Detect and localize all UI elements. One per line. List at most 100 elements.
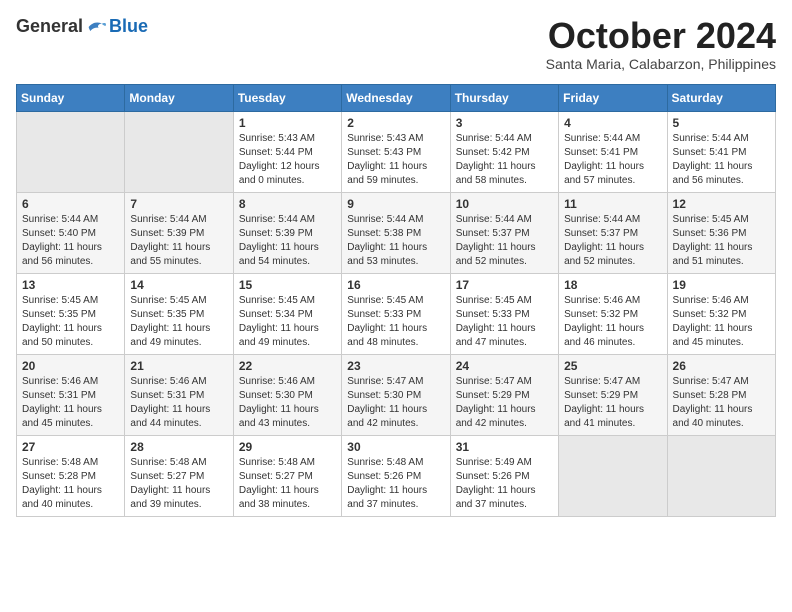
daylight-line1: Daylight: 11 hours	[673, 241, 770, 255]
daylight-line2: and 56 minutes.	[673, 174, 770, 188]
day-info: Sunrise: 5:46 AMSunset: 5:31 PMDaylight:…	[22, 375, 119, 431]
daylight-line1: Daylight: 11 hours	[130, 322, 227, 336]
sunrise-text: Sunrise: 5:46 AM	[239, 375, 336, 389]
calendar-cell: 2 Sunrise: 5:43 AMSunset: 5:43 PMDaylight…	[342, 111, 450, 192]
sunrise-text: Sunrise: 5:48 AM	[130, 456, 227, 470]
sunrise-text: Sunrise: 5:44 AM	[456, 213, 553, 227]
calendar-cell: 21Sunrise: 5:46 AMSunset: 5:31 PMDayligh…	[125, 354, 233, 435]
daylight-line1: Daylight: 11 hours	[347, 403, 444, 417]
daylight-line2: and 52 minutes.	[564, 255, 661, 269]
calendar-cell	[667, 435, 775, 516]
calendar-cell: 18Sunrise: 5:46 AMSunset: 5:32 PMDayligh…	[559, 273, 667, 354]
daylight-line2: and 56 minutes.	[22, 255, 119, 269]
sunrise-text: Sunrise: 5:44 AM	[239, 213, 336, 227]
daylight-line2: and 39 minutes.	[130, 498, 227, 512]
daylight-line1: Daylight: 11 hours	[347, 241, 444, 255]
sunrise-text: Sunrise: 5:45 AM	[347, 294, 444, 308]
calendar-cell: 4Sunrise: 5:44 AMSunset: 5:41 PMDaylight…	[559, 111, 667, 192]
location-subtitle: Santa Maria, Calabarzon, Philippines	[546, 56, 776, 72]
sunset-text: Sunset: 5:32 PM	[564, 308, 661, 322]
daylight-line1: Daylight: 11 hours	[130, 484, 227, 498]
sunrise-text: Sunrise: 5:47 AM	[347, 375, 444, 389]
day-info: Sunrise: 5:49 AMSunset: 5:26 PMDaylight:…	[456, 456, 553, 512]
sunset-text: Sunset: 5:37 PM	[564, 227, 661, 241]
calendar-cell: 10Sunrise: 5:44 AMSunset: 5:37 PMDayligh…	[450, 192, 558, 273]
sunset-text: Sunset: 5:26 PM	[347, 470, 444, 484]
day-number: 1	[239, 116, 336, 130]
daylight-line2: and 52 minutes.	[456, 255, 553, 269]
sunrise-text: Sunrise: 5:49 AM	[456, 456, 553, 470]
weekday-header-monday: Monday	[125, 84, 233, 111]
calendar-cell: 26Sunrise: 5:47 AMSunset: 5:28 PMDayligh…	[667, 354, 775, 435]
calendar-cell: 9Sunrise: 5:44 AMSunset: 5:38 PMDaylight…	[342, 192, 450, 273]
daylight-line2: and 57 minutes.	[564, 174, 661, 188]
calendar-cell: 31Sunrise: 5:49 AMSunset: 5:26 PMDayligh…	[450, 435, 558, 516]
sunset-text: Sunset: 5:28 PM	[22, 470, 119, 484]
daylight-line2: and 43 minutes.	[239, 417, 336, 431]
sunset-text: Sunset: 5:44 PM	[239, 146, 336, 160]
sunrise-text: Sunrise: 5:44 AM	[347, 213, 444, 227]
sunset-text: Sunset: 5:33 PM	[347, 308, 444, 322]
sunset-text: Sunset: 5:31 PM	[22, 389, 119, 403]
calendar-cell: 14Sunrise: 5:45 AMSunset: 5:35 PMDayligh…	[125, 273, 233, 354]
sunset-text: Sunset: 5:41 PM	[564, 146, 661, 160]
daylight-line1: Daylight: 11 hours	[130, 403, 227, 417]
calendar-week-5: 27Sunrise: 5:48 AMSunset: 5:28 PMDayligh…	[17, 435, 776, 516]
daylight-line2: and 40 minutes.	[673, 417, 770, 431]
calendar-table: SundayMondayTuesdayWednesdayThursdayFrid…	[16, 84, 776, 517]
calendar-cell: 22Sunrise: 5:46 AMSunset: 5:30 PMDayligh…	[233, 354, 341, 435]
calendar-cell	[17, 111, 125, 192]
sunrise-text: Sunrise: 5:48 AM	[239, 456, 336, 470]
sunset-text: Sunset: 5:28 PM	[673, 389, 770, 403]
daylight-line2: and 42 minutes.	[347, 417, 444, 431]
daylight-line1: Daylight: 11 hours	[239, 322, 336, 336]
calendar-cell: 30Sunrise: 5:48 AMSunset: 5:26 PMDayligh…	[342, 435, 450, 516]
day-number: 30	[347, 440, 444, 454]
calendar-cell	[559, 435, 667, 516]
day-number: 14	[130, 278, 227, 292]
daylight-line1: Daylight: 11 hours	[22, 322, 119, 336]
sunrise-text: Sunrise: 5:48 AM	[22, 456, 119, 470]
title-section: October 2024 Santa Maria, Calabarzon, Ph…	[546, 16, 776, 72]
sunset-text: Sunset: 5:38 PM	[347, 227, 444, 241]
calendar-cell: 24Sunrise: 5:47 AMSunset: 5:29 PMDayligh…	[450, 354, 558, 435]
daylight-line1: Daylight: 11 hours	[564, 241, 661, 255]
weekday-header-sunday: Sunday	[17, 84, 125, 111]
calendar-cell: 23Sunrise: 5:47 AMSunset: 5:30 PMDayligh…	[342, 354, 450, 435]
day-number: 2	[347, 116, 444, 130]
calendar-cell: 6Sunrise: 5:44 AMSunset: 5:40 PMDaylight…	[17, 192, 125, 273]
daylight-line2: and 48 minutes.	[347, 336, 444, 350]
daylight-line1: Daylight: 11 hours	[456, 160, 553, 174]
logo-general-text: General	[16, 16, 83, 37]
daylight-line1: Daylight: 11 hours	[22, 403, 119, 417]
day-info: Sunrise: 5:43 AMSunset: 5:43 PMDaylight:…	[347, 132, 444, 188]
sunset-text: Sunset: 5:34 PM	[239, 308, 336, 322]
sunrise-text: Sunrise: 5:46 AM	[673, 294, 770, 308]
day-info: Sunrise: 5:45 AMSunset: 5:34 PMDaylight:…	[239, 294, 336, 350]
daylight-line1: Daylight: 11 hours	[564, 403, 661, 417]
month-title: October 2024	[546, 16, 776, 56]
day-info: Sunrise: 5:44 AMSunset: 5:37 PMDaylight:…	[564, 213, 661, 269]
day-info: Sunrise: 5:47 AMSunset: 5:28 PMDaylight:…	[673, 375, 770, 431]
sunset-text: Sunset: 5:43 PM	[347, 146, 444, 160]
daylight-line2: and 46 minutes.	[564, 336, 661, 350]
day-info: Sunrise: 5:44 AMSunset: 5:39 PMDaylight:…	[130, 213, 227, 269]
daylight-line2: and 50 minutes.	[22, 336, 119, 350]
daylight-line2: and 54 minutes.	[239, 255, 336, 269]
calendar-week-4: 20Sunrise: 5:46 AMSunset: 5:31 PMDayligh…	[17, 354, 776, 435]
day-number: 17	[456, 278, 553, 292]
sunrise-text: Sunrise: 5:46 AM	[130, 375, 227, 389]
day-info: Sunrise: 5:46 AMSunset: 5:32 PMDaylight:…	[673, 294, 770, 350]
day-number: 25	[564, 359, 661, 373]
day-number: 13	[22, 278, 119, 292]
day-info: Sunrise: 5:46 AMSunset: 5:30 PMDaylight:…	[239, 375, 336, 431]
daylight-line2: and 45 minutes.	[22, 417, 119, 431]
sunrise-text: Sunrise: 5:44 AM	[130, 213, 227, 227]
sunrise-text: Sunrise: 5:47 AM	[456, 375, 553, 389]
sunset-text: Sunset: 5:27 PM	[239, 470, 336, 484]
sunrise-text: Sunrise: 5:45 AM	[22, 294, 119, 308]
sunrise-text: Sunrise: 5:44 AM	[456, 132, 553, 146]
day-info: Sunrise: 5:46 AMSunset: 5:32 PMDaylight:…	[564, 294, 661, 350]
weekday-header-thursday: Thursday	[450, 84, 558, 111]
calendar-cell: 3Sunrise: 5:44 AMSunset: 5:42 PMDaylight…	[450, 111, 558, 192]
